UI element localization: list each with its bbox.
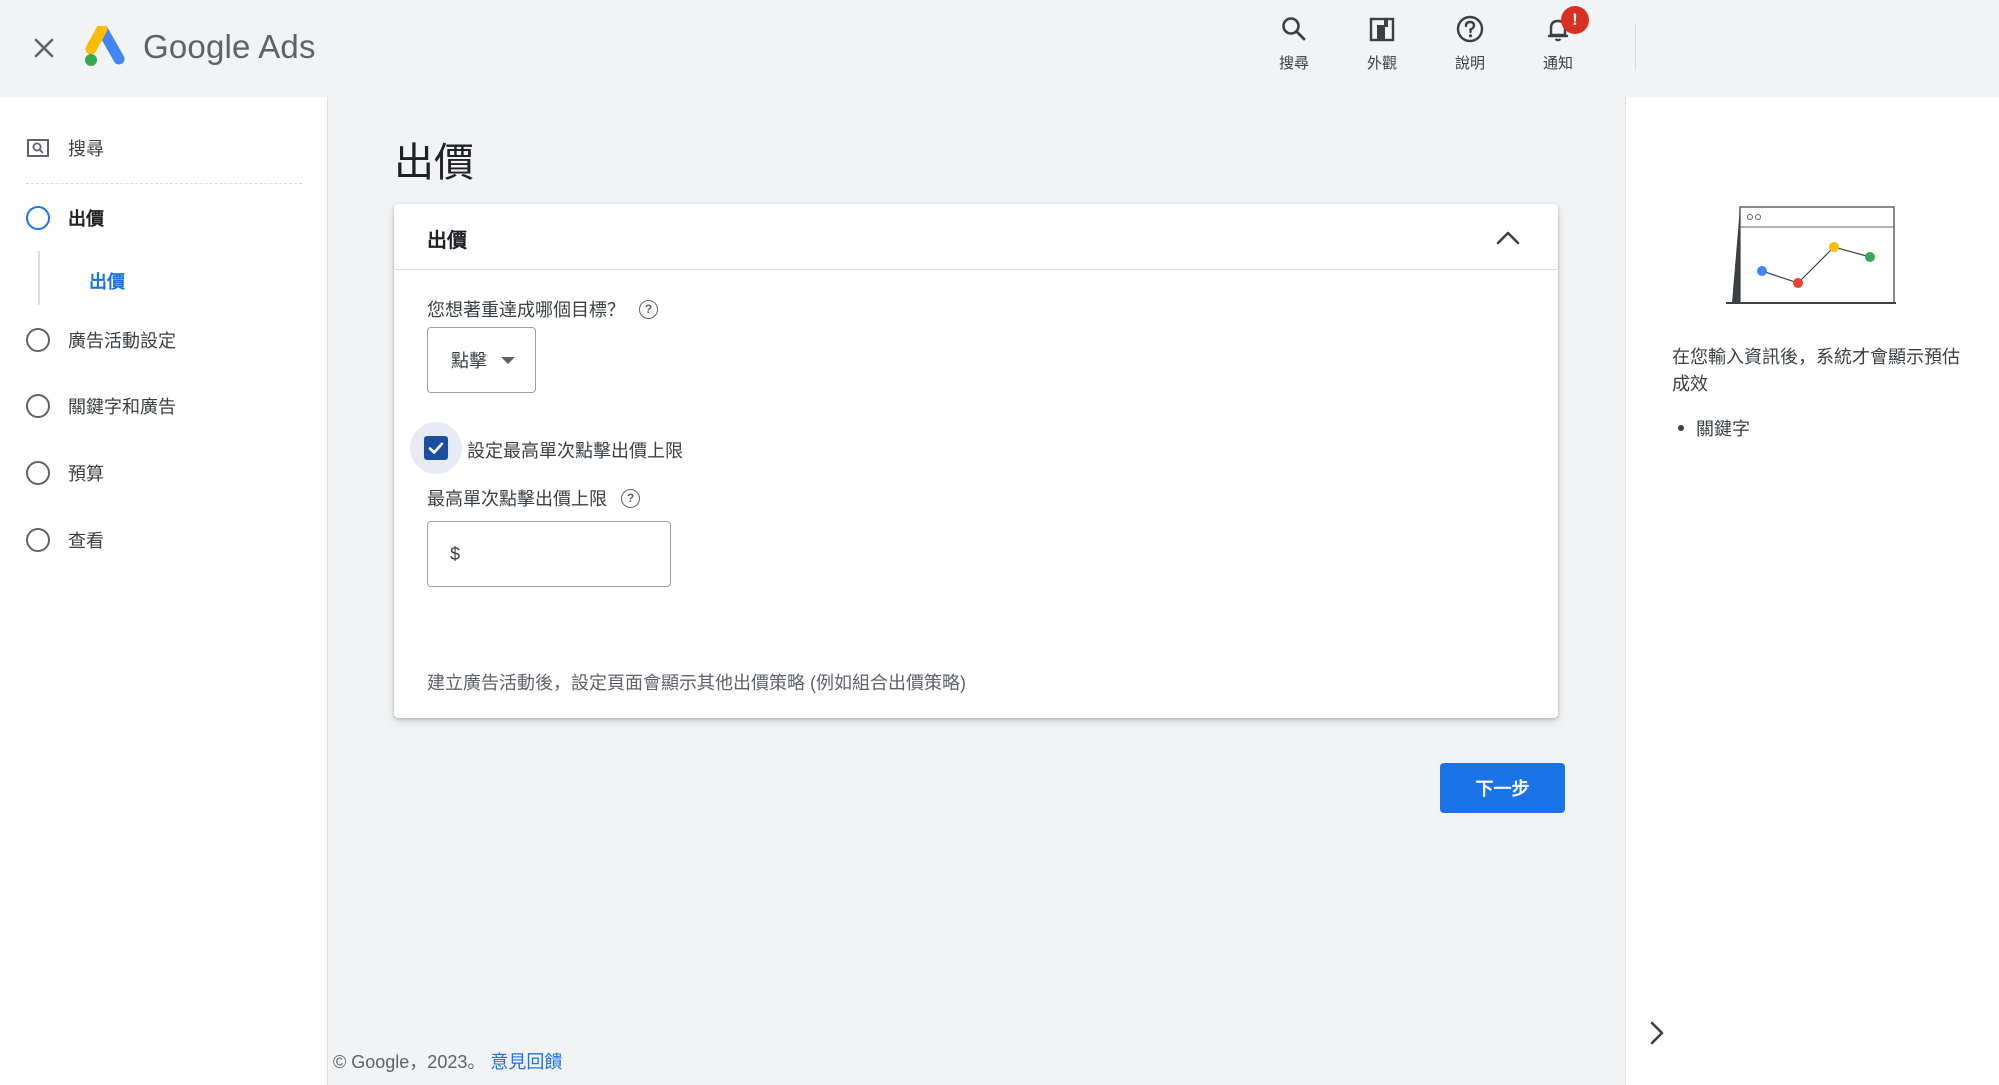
collapse-button[interactable] xyxy=(1492,222,1524,254)
appearance-icon xyxy=(1369,17,1395,42)
card-title: 出價 xyxy=(427,230,467,252)
sidebar-divider xyxy=(26,183,302,184)
top-bar: Google Ads 搜尋 外觀 說明 通知 ! xyxy=(0,0,1999,97)
close-icon xyxy=(34,38,54,58)
footer-copyright: © Google，2023。 xyxy=(333,1052,486,1072)
top-actions: 搜尋 外觀 說明 通知 ! xyxy=(1255,6,1607,74)
brand-google: Google xyxy=(143,28,251,65)
max-cpc-checkbox[interactable] xyxy=(410,422,462,474)
help-action[interactable]: 說明 xyxy=(1431,10,1509,74)
google-ads-logo-icon xyxy=(85,26,125,66)
search-icon xyxy=(1282,17,1306,41)
estimate-list-item-label: 關鍵字 xyxy=(1696,419,1750,439)
estimate-info-text: 在您輸入資訊後，系統才會顯示預估成效 xyxy=(1672,347,1960,394)
step-circle-icon xyxy=(26,394,50,418)
sidebar-step-campaign-settings[interactable]: 廣告活動設定 xyxy=(26,327,176,353)
help-circle-icon[interactable]: ? xyxy=(639,299,658,319)
card-header[interactable]: 出價 xyxy=(394,204,1558,270)
step-circle-icon xyxy=(26,206,50,230)
max-cpc-input-box[interactable]: $ xyxy=(427,521,671,587)
step-circle-icon xyxy=(26,328,50,352)
goal-select[interactable]: 點擊 xyxy=(427,327,536,393)
estimate-list-item: 關鍵字 xyxy=(1672,415,1750,441)
search-action[interactable]: 搜尋 xyxy=(1255,10,1333,74)
sidebar-step-label: 預算 xyxy=(68,464,104,484)
sidebar-step-label: 出價 xyxy=(68,209,104,229)
brand-ads: Ads xyxy=(258,28,316,65)
right-panel: 在您輸入資訊後，系統才會顯示預估成效 關鍵字 xyxy=(1625,97,1999,1085)
footer: © Google，2023。 意見回饋 xyxy=(333,1048,562,1074)
help-action-label: 說明 xyxy=(1454,55,1485,72)
sidebar: 搜尋 出價 出價 廣告活動設定 關鍵字和廣告 預算 查看 xyxy=(0,97,328,1085)
help-circle-icon[interactable]: ? xyxy=(621,488,640,508)
notification-badge: ! xyxy=(1561,6,1589,34)
sidebar-step-review[interactable]: 查看 xyxy=(26,527,104,553)
step-circle-icon xyxy=(26,461,50,485)
brand-name: Google Ads xyxy=(143,28,316,66)
step-circle-icon xyxy=(26,528,50,552)
sidebar-search[interactable]: 搜尋 xyxy=(26,135,104,161)
sidebar-step-keywords-ads[interactable]: 關鍵字和廣告 xyxy=(26,393,176,419)
chevron-right-icon xyxy=(1650,1021,1664,1045)
checkbox-checked xyxy=(424,436,448,460)
bidding-card: 出價 您想著重達成哪個目標？ ? 點擊 設定最高單次點擊出價上限 最高單次點擊出… xyxy=(394,204,1558,718)
feedback-link[interactable]: 意見回饋 xyxy=(490,1052,562,1072)
sidebar-substep-bidding[interactable]: 出價 xyxy=(89,268,125,294)
next-button[interactable]: 下一步 xyxy=(1440,763,1565,813)
bidding-note: 建立廣告活動後，設定頁面會顯示其他出價策略 (例如組合出價策略) xyxy=(427,673,966,693)
search-action-label: 搜尋 xyxy=(1278,55,1309,72)
goal-select-value: 點擊 xyxy=(451,351,487,371)
expand-panel-button[interactable] xyxy=(1641,1017,1673,1049)
goal-question: 您想著重達成哪個目標？ ? xyxy=(427,296,658,322)
performance-chart-illustration-icon xyxy=(1726,206,1896,304)
currency-symbol: $ xyxy=(450,543,461,564)
appearance-action[interactable]: 外觀 xyxy=(1343,10,1421,74)
notifications-action-label: 通知 xyxy=(1542,55,1573,72)
max-cpc-label-text: 最高單次點擊出價上限 xyxy=(427,489,607,509)
substep-line xyxy=(38,251,40,305)
search-box-icon xyxy=(27,139,49,157)
max-cpc-label: 最高單次點擊出價上限 ? xyxy=(427,485,640,511)
page-title: 出價 xyxy=(394,141,474,185)
header-divider xyxy=(1635,24,1636,70)
help-icon xyxy=(1456,15,1484,43)
sidebar-step-label: 廣告活動設定 xyxy=(68,331,176,351)
close-button[interactable] xyxy=(26,30,62,66)
bullet-icon xyxy=(1678,425,1684,431)
max-cpc-checkbox-label[interactable]: 設定最高單次點擊出價上限 xyxy=(467,437,683,463)
appearance-action-label: 外觀 xyxy=(1366,55,1397,72)
sidebar-step-label: 查看 xyxy=(68,531,104,551)
caret-down-icon xyxy=(501,356,515,364)
goal-question-text: 您想著重達成哪個目標？ xyxy=(427,300,625,320)
chevron-up-icon xyxy=(1496,231,1520,245)
sidebar-step-bidding[interactable]: 出價 xyxy=(26,205,104,231)
notifications-action[interactable]: 通知 ! xyxy=(1519,6,1597,74)
max-cpc-input[interactable] xyxy=(468,543,659,565)
sidebar-step-budget[interactable]: 預算 xyxy=(26,460,104,486)
sidebar-search-label: 搜尋 xyxy=(68,139,104,159)
check-icon xyxy=(428,442,444,454)
sidebar-step-label: 關鍵字和廣告 xyxy=(68,397,176,417)
